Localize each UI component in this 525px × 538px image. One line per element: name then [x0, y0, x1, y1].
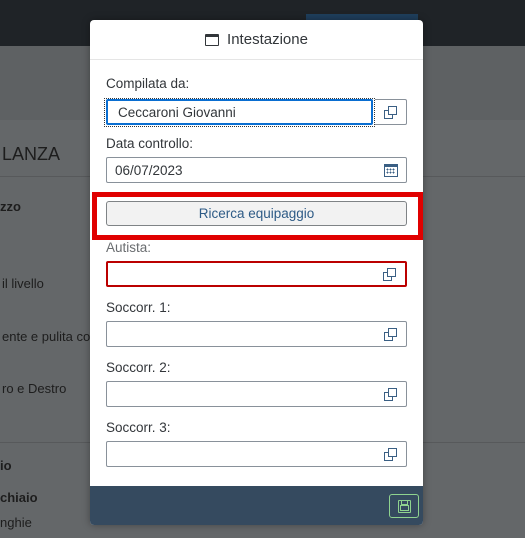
background-title: LANZA	[2, 144, 61, 164]
background-row: ro e Destro	[2, 381, 67, 396]
autista-input[interactable]	[106, 261, 407, 287]
background-row: il livello	[2, 276, 44, 291]
value-help-icon	[384, 447, 398, 461]
soccorr-1-input[interactable]	[106, 321, 407, 347]
dialog-footer	[90, 486, 423, 525]
soccorr-2-input[interactable]	[106, 381, 407, 407]
soccorr-1-value-help-button[interactable]	[376, 322, 406, 346]
window-icon	[205, 33, 220, 46]
date-picker-button[interactable]	[376, 158, 406, 182]
dialog-header: Intestazione	[90, 20, 423, 60]
highlight-box	[92, 192, 423, 240]
value-help-icon	[384, 387, 398, 401]
background-row: nghie	[0, 515, 32, 530]
focus-outline	[104, 98, 375, 127]
value-help-icon	[383, 105, 398, 119]
value-help-icon	[384, 327, 398, 341]
background-row: zzo	[0, 199, 21, 214]
compilata-da-value-help-button[interactable]	[375, 99, 407, 125]
soccorr-3-input[interactable]	[106, 441, 407, 467]
background-row: chiaio	[0, 490, 38, 505]
data-controllo-label: Data controllo:	[106, 136, 194, 151]
value-help-icon	[383, 267, 397, 281]
autista-label: Autista:	[106, 240, 152, 255]
background-row: io	[0, 458, 12, 473]
save-button[interactable]	[389, 494, 419, 518]
soccorr-3-label: Soccorr. 3:	[106, 420, 171, 435]
compilata-da-label: Compilata da:	[106, 76, 190, 91]
intestazione-dialog: Intestazione Compilata da: Ceccaroni Gio…	[90, 20, 423, 525]
soccorr-2-label: Soccorr. 2:	[106, 360, 171, 375]
calendar-icon	[384, 163, 398, 177]
soccorr-2-value-help-button[interactable]	[376, 382, 406, 406]
data-controllo-value: 06/07/2023	[115, 163, 183, 178]
dialog-title: Intestazione	[227, 31, 308, 48]
soccorr-1-label: Soccorr. 1:	[106, 300, 171, 315]
soccorr-3-value-help-button[interactable]	[376, 442, 406, 466]
save-icon	[397, 499, 411, 513]
data-controllo-input[interactable]: 06/07/2023	[106, 157, 407, 183]
background-row: ente e pulita co	[2, 329, 91, 344]
autista-value-help-button[interactable]	[375, 262, 405, 286]
